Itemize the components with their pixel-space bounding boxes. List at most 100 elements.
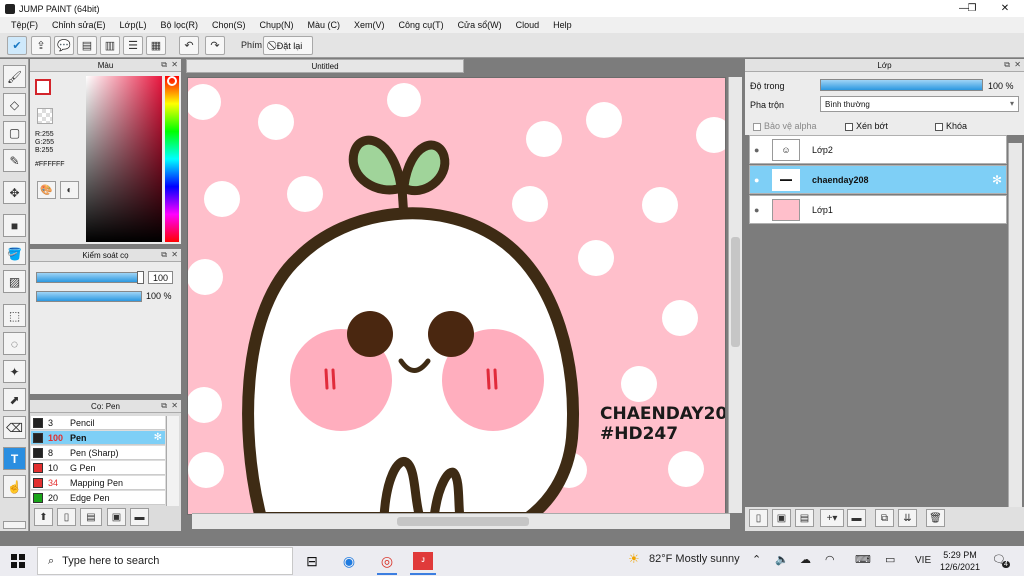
- brush-item[interactable]: 8 Pen (Sharp): [31, 446, 165, 460]
- eye-icon[interactable]: ●: [754, 205, 764, 215]
- brush-item[interactable]: 10 G Pen: [31, 461, 165, 475]
- menu-window[interactable]: Cửa sổ(W): [451, 20, 509, 30]
- gradient-tool-icon[interactable]: ▨: [3, 270, 26, 293]
- close-icon[interactable]: ✕: [988, 0, 1022, 17]
- canvas-vertical-scrollbar[interactable]: [728, 77, 742, 513]
- keyboard-icon[interactable]: ⌨: [855, 553, 871, 566]
- eye-icon[interactable]: ●: [754, 145, 764, 155]
- menu-layer[interactable]: Lớp(L): [113, 20, 154, 30]
- lasso-select-icon[interactable]: ◌: [3, 332, 26, 355]
- brush-list-scrollbar[interactable]: [166, 416, 179, 506]
- brush-item[interactable]: 20 Edge Pen: [31, 491, 165, 505]
- duplicate-layer-icon[interactable]: ⧉: [875, 509, 894, 527]
- layer-settings-icon[interactable]: ✻: [992, 173, 1002, 187]
- foreground-color-swatch[interactable]: [35, 79, 51, 95]
- brush-tool-icon[interactable]: 🖌: [3, 65, 26, 88]
- brush-size-handle[interactable]: [137, 271, 144, 284]
- display-icon[interactable]: ▭: [885, 553, 895, 566]
- edge-browser-icon[interactable]: ◉: [339, 551, 359, 571]
- new-brush-icon[interactable]: ▯: [57, 508, 76, 526]
- layer-opacity-slider[interactable]: [820, 79, 983, 91]
- brush-opacity-slider[interactable]: [36, 291, 142, 302]
- close-panel-icon[interactable]: ✕: [171, 250, 178, 259]
- brush-settings-icon[interactable]: ✻: [154, 432, 162, 443]
- message-icon[interactable]: ▤: [77, 36, 97, 55]
- palette-icon[interactable]: 🎨: [37, 181, 56, 199]
- brush-item-selected[interactable]: 100 Pen ✻: [31, 431, 165, 445]
- share-icon[interactable]: ⇪: [31, 36, 51, 55]
- text-tool-icon[interactable]: T: [3, 447, 26, 470]
- delete-layer-icon[interactable]: 🗑: [926, 509, 945, 527]
- artwork-canvas[interactable]: CHAENDAY208 #HD247: [187, 77, 726, 515]
- new-layer-icon[interactable]: ▯: [749, 509, 768, 527]
- grid-icon[interactable]: ▦: [146, 36, 166, 55]
- menu-filter[interactable]: Bộ lọc(R): [153, 20, 205, 30]
- menu-file[interactable]: Tệp(F): [4, 20, 45, 30]
- horizontal-scroll-thumb[interactable]: [397, 517, 529, 526]
- chevron-up-icon[interactable]: ⌃: [752, 553, 761, 566]
- menu-color[interactable]: Màu (C): [301, 20, 348, 30]
- menu-cloud[interactable]: Cloud: [509, 20, 547, 30]
- new-halftone-layer-icon[interactable]: ▤: [795, 509, 814, 527]
- canvas-horizontal-scrollbar[interactable]: [192, 513, 730, 529]
- clock[interactable]: 5:29 PM 12/6/2021: [940, 549, 980, 573]
- windows-start-icon[interactable]: [8, 551, 28, 571]
- comment-icon[interactable]: 💬: [54, 36, 74, 55]
- brush-menu-icon[interactable]: ▤: [80, 508, 102, 526]
- brush-item[interactable]: 3 Pencil: [31, 416, 165, 430]
- select-pen-icon[interactable]: ✎: [3, 149, 26, 172]
- menu-edit[interactable]: Chỉnh sửa(E): [45, 20, 113, 30]
- speaker-icon[interactable]: 🔈: [775, 553, 789, 566]
- select-pen-tool-icon[interactable]: ⬈: [3, 388, 26, 411]
- eye-icon[interactable]: ●: [754, 175, 764, 185]
- fill-rect-icon[interactable]: ■: [3, 214, 26, 237]
- wifi-icon[interactable]: ◠: [825, 553, 835, 566]
- layer-list-scrollbar[interactable]: [1008, 143, 1022, 507]
- layer-item-selected[interactable]: ● ▬▬ chaenday208 ✻: [749, 165, 1007, 194]
- undo-icon[interactable]: ↶: [179, 36, 199, 55]
- maximize-icon[interactable]: ❐: [955, 0, 989, 17]
- brush-size-slider[interactable]: [36, 272, 142, 283]
- hue-slider[interactable]: [165, 76, 179, 242]
- bucket-tool-icon[interactable]: 🪣: [3, 242, 26, 265]
- menu-capture[interactable]: Chụp(N): [253, 20, 301, 30]
- onedrive-icon[interactable]: ☁: [800, 553, 811, 566]
- color-history-icon[interactable]: ◐: [60, 181, 79, 199]
- select-eraser-icon[interactable]: ▢: [3, 121, 26, 144]
- brush-copy-icon[interactable]: ▣: [107, 508, 126, 526]
- move-tool-icon[interactable]: ✥: [3, 181, 26, 204]
- jump-paint-taskbar-icon[interactable]: J: [413, 552, 433, 570]
- add-layer-menu-icon[interactable]: +▾: [820, 509, 844, 527]
- layer-item[interactable]: ● ☺ Lớp2: [749, 135, 1007, 164]
- brush-item[interactable]: 34 Mapping Pen: [31, 476, 165, 490]
- brush-folder-icon[interactable]: ▬: [130, 508, 149, 526]
- weather-text[interactable]: 82°F Mostly sunny: [649, 553, 740, 565]
- float-icon[interactable]: ⧉: [161, 401, 167, 411]
- hue-handle[interactable]: [167, 76, 177, 86]
- vertical-scroll-thumb[interactable]: [731, 237, 740, 347]
- transparent-color-swatch[interactable]: [37, 108, 53, 124]
- layer-item[interactable]: ● Lớp1: [749, 195, 1007, 224]
- chrome-browser-icon[interactable]: ◎: [377, 551, 397, 571]
- reset-button[interactable]: ⃠ Đặt lại: [263, 36, 313, 55]
- brush-add-icon[interactable]: ⬆: [34, 508, 53, 526]
- language-indicator[interactable]: VIE: [915, 555, 931, 566]
- merge-layer-icon[interactable]: ⇊: [898, 509, 917, 527]
- lock-checkbox[interactable]: Khóa: [935, 121, 967, 131]
- close-panel-icon[interactable]: ✕: [171, 401, 178, 410]
- brush-size-value[interactable]: 100: [148, 271, 173, 284]
- menu-help[interactable]: Help: [546, 20, 579, 30]
- menu-select[interactable]: Chọn(S): [205, 20, 253, 30]
- redo-icon[interactable]: ↷: [205, 36, 225, 55]
- check-icon[interactable]: ✔: [7, 36, 27, 55]
- task-view-icon[interactable]: ⊟: [302, 551, 322, 571]
- saturation-value-picker[interactable]: [86, 76, 162, 242]
- clipping-checkbox[interactable]: Xén bớt: [845, 121, 888, 131]
- float-icon[interactable]: ⧉: [1004, 60, 1010, 70]
- blend-mode-select[interactable]: Bình thường ▾: [820, 96, 1019, 112]
- document-icon[interactable]: ▥: [100, 36, 120, 55]
- eraser-tool-icon[interactable]: ◇: [3, 93, 26, 116]
- taskbar-search-input[interactable]: ⌕ Type here to search: [37, 547, 293, 575]
- document-tab[interactable]: Untitled: [186, 59, 464, 73]
- new-raster-layer-icon[interactable]: ▣: [772, 509, 791, 527]
